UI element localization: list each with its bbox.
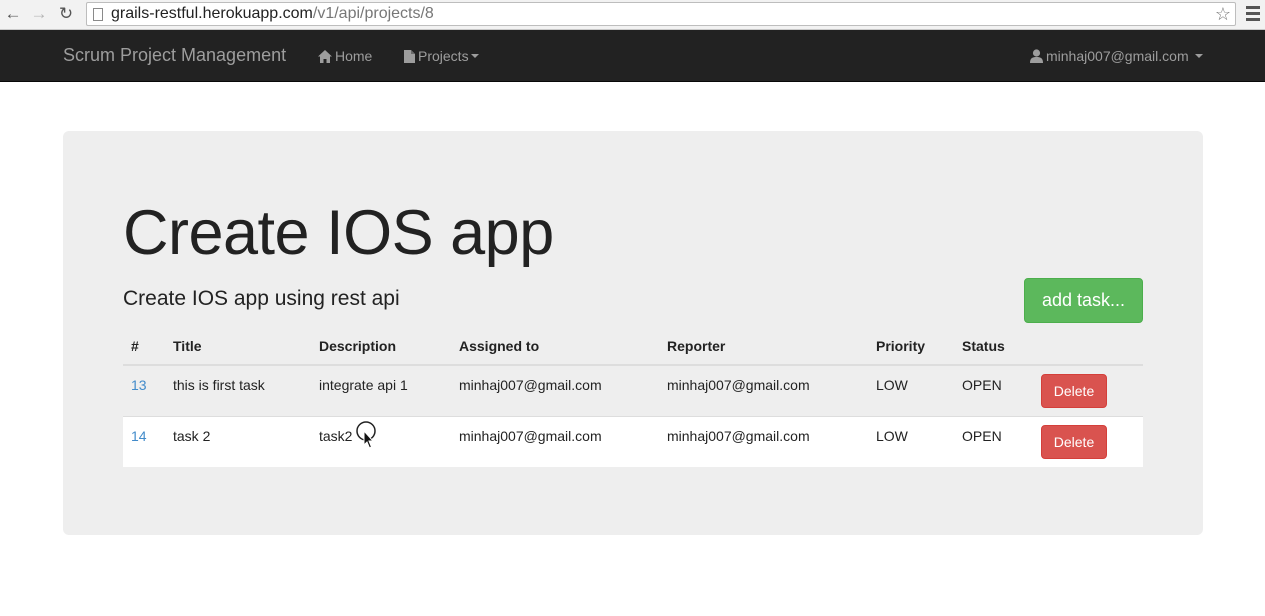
- task-status-cell: OPEN: [954, 364, 1033, 416]
- task-reporter-cell: minhaj007@gmail.com: [659, 364, 868, 416]
- task-title-cell: this is first task: [165, 364, 311, 416]
- task-priority-cell: LOW: [868, 364, 954, 416]
- table-header-row: # Title Description Assigned to Reporter…: [123, 328, 1143, 366]
- browser-toolbar: ← → ↻ grails-restful.herokuapp.com/v1/ap…: [0, 0, 1265, 30]
- task-action-cell: Delete: [1033, 364, 1143, 416]
- reload-icon[interactable]: ↻: [55, 3, 77, 25]
- table-row: 14 task 2 task2 minhaj007@gmail.com minh…: [123, 415, 1143, 467]
- column-header-reporter: Reporter: [659, 328, 868, 366]
- tasks-table: # Title Description Assigned to Reporter…: [123, 328, 1143, 467]
- column-header-assigned-to: Assigned to: [451, 328, 659, 366]
- column-header-description: Description: [311, 328, 451, 366]
- delete-task-button[interactable]: Delete: [1041, 424, 1107, 459]
- column-header-actions: [1033, 328, 1143, 366]
- task-description-cell: task2: [311, 415, 451, 467]
- file-icon: [404, 50, 415, 63]
- table-row: 13 this is first task integrate api 1 mi…: [123, 364, 1143, 416]
- task-id-link[interactable]: 13: [131, 377, 147, 393]
- caret-down-icon: [470, 54, 479, 58]
- nav-projects-dropdown[interactable]: Projects: [404, 48, 479, 64]
- task-priority-cell: LOW: [868, 415, 954, 467]
- user-icon: [1030, 49, 1043, 63]
- project-description: Create IOS app using rest api: [123, 287, 400, 310]
- back-arrow-icon[interactable]: ←: [2, 3, 24, 25]
- url-path: /v1/api/projects/8: [312, 5, 434, 22]
- column-header-title: Title: [165, 328, 311, 366]
- task-id-cell: 14: [123, 415, 165, 467]
- home-icon: [318, 50, 332, 63]
- task-description-cell: integrate api 1: [311, 364, 451, 416]
- nav-home-link[interactable]: Home: [318, 48, 372, 64]
- navbar-brand[interactable]: Scrum Project Management: [63, 45, 286, 66]
- task-id-link[interactable]: 14: [131, 428, 147, 444]
- mouse-cursor-icon: [356, 421, 376, 449]
- task-title-cell: task 2: [165, 415, 311, 467]
- browser-menu-icon[interactable]: [1246, 6, 1260, 22]
- nav-user-dropdown[interactable]: minhaj007@gmail.com: [1030, 48, 1203, 64]
- nav-projects-label: Projects: [418, 48, 469, 64]
- task-assigned-cell: minhaj007@gmail.com: [451, 415, 659, 467]
- caret-down-icon: [1194, 54, 1203, 58]
- project-panel: Create IOS app Create IOS app using rest…: [63, 131, 1203, 535]
- column-header-status: Status: [954, 328, 1033, 366]
- bookmark-star-icon[interactable]: ☆: [1215, 4, 1231, 25]
- forward-arrow-icon[interactable]: →: [28, 3, 50, 25]
- url-host: grails-restful.herokuapp.com: [111, 5, 313, 22]
- add-task-button[interactable]: add task...: [1024, 278, 1143, 323]
- task-status-cell: OPEN: [954, 415, 1033, 467]
- task-action-cell: Delete: [1033, 415, 1143, 467]
- delete-task-button[interactable]: Delete: [1041, 374, 1107, 408]
- navbar: Scrum Project Management Home Projects m…: [0, 30, 1265, 82]
- task-reporter-cell: minhaj007@gmail.com: [659, 415, 868, 467]
- task-assigned-cell: minhaj007@gmail.com: [451, 364, 659, 416]
- project-title: Create IOS app: [123, 198, 554, 268]
- address-bar[interactable]: grails-restful.herokuapp.com/v1/api/proj…: [86, 2, 1236, 26]
- nav-user-label: minhaj007@gmail.com: [1046, 48, 1189, 64]
- url-text[interactable]: grails-restful.herokuapp.com/v1/api/proj…: [111, 5, 434, 23]
- nav-home-label: Home: [335, 48, 373, 64]
- column-header-priority: Priority: [868, 328, 954, 366]
- column-header-id: #: [123, 328, 165, 366]
- task-id-cell: 13: [123, 364, 165, 416]
- page-icon: [93, 8, 103, 21]
